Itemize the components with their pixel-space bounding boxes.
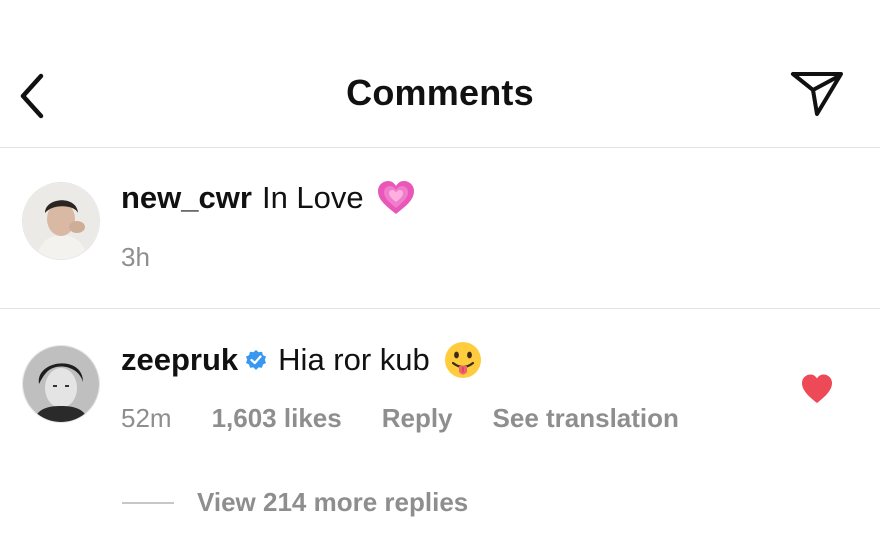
comment-meta: 52m 1,603 likes Reply See translation bbox=[121, 403, 719, 434]
caption-line: new_cwr In Love bbox=[121, 180, 416, 216]
page-title: Comments bbox=[346, 72, 534, 113]
heart-filled-icon bbox=[802, 374, 832, 403]
caption-text: In Love bbox=[261, 180, 364, 215]
paper-plane-icon bbox=[791, 72, 843, 116]
profile-photo bbox=[23, 183, 99, 259]
view-replies-label: View 214 more replies bbox=[197, 487, 469, 517]
caption-timestamp: 3h bbox=[121, 242, 150, 272]
header-bar: Comments bbox=[0, 0, 880, 148]
reply-button[interactable]: Reply bbox=[382, 403, 453, 434]
comment-username[interactable]: zeepruk bbox=[121, 342, 238, 378]
comments-screen: Comments new_cwr In Love 3h zeepruk Hia … bbox=[0, 0, 880, 536]
view-more-replies-button[interactable]: View 214 more replies bbox=[122, 487, 468, 518]
share-button[interactable] bbox=[786, 62, 848, 124]
comment-item: zeepruk Hia ror kub 52m 1,603 likes Repl… bbox=[0, 309, 880, 536]
tongue-out-emoji-icon bbox=[444, 341, 482, 379]
avatar[interactable] bbox=[22, 182, 100, 260]
comment-timestamp: 52m bbox=[121, 403, 172, 433]
caption-meta: 3h bbox=[121, 242, 190, 273]
profile-photo bbox=[23, 346, 99, 422]
likes-count[interactable]: 1,603 likes bbox=[212, 403, 342, 434]
growing-heart-emoji-icon bbox=[376, 180, 416, 216]
comment-text: Hia ror kub bbox=[278, 342, 430, 377]
like-button[interactable] bbox=[800, 373, 834, 405]
post-caption: new_cwr In Love 3h bbox=[0, 148, 880, 309]
comment-line: zeepruk Hia ror kub bbox=[121, 341, 482, 379]
see-translation-button[interactable]: See translation bbox=[493, 403, 679, 434]
verified-badge-icon bbox=[244, 348, 268, 372]
replies-divider bbox=[122, 501, 174, 504]
avatar[interactable] bbox=[22, 345, 100, 423]
caption-username[interactable]: new_cwr bbox=[121, 180, 252, 216]
